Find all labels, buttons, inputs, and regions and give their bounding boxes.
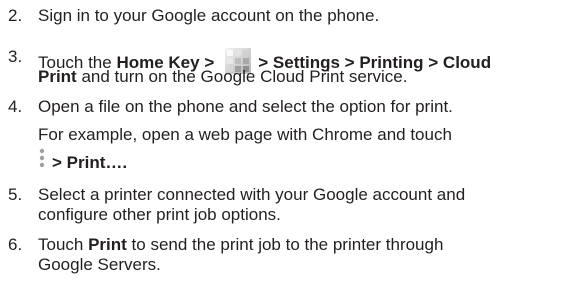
step-number: 6. <box>8 235 23 254</box>
print-bold: Print <box>38 67 77 86</box>
more-options-icon <box>38 148 48 170</box>
document-page: 2. Sign in to your Google account on the… <box>0 0 566 299</box>
step-3-rest: and turn on the Google Cloud Print servi… <box>76 67 408 86</box>
step-number: 4. <box>8 97 23 116</box>
print-path: > Print…. <box>52 153 128 172</box>
print-label: Print <box>88 235 127 254</box>
step-number: 3. <box>8 47 23 66</box>
step-5-line-2: configure other print job options. <box>38 205 281 224</box>
step-2-text: Sign in to your Google account on the ph… <box>38 6 380 25</box>
step-6-post: to send the print job to the printer thr… <box>126 235 444 254</box>
step-6-line-2: Google Servers. <box>38 255 161 274</box>
step-4-example: For example, open a web page with Chrome… <box>38 125 452 144</box>
step-number: 2. <box>8 6 23 25</box>
step-3-line-2: Print and turn on the Google Cloud Print… <box>38 67 407 87</box>
step-6-pre: Touch <box>38 235 89 254</box>
step-4-line-1: Open a file on the phone and select the … <box>38 97 453 116</box>
step-5-line-1: Select a printer connected with your Goo… <box>38 185 466 204</box>
step-6-line-1: Touch Print to send the print job to the… <box>38 235 443 255</box>
step-number: 5. <box>8 185 23 204</box>
